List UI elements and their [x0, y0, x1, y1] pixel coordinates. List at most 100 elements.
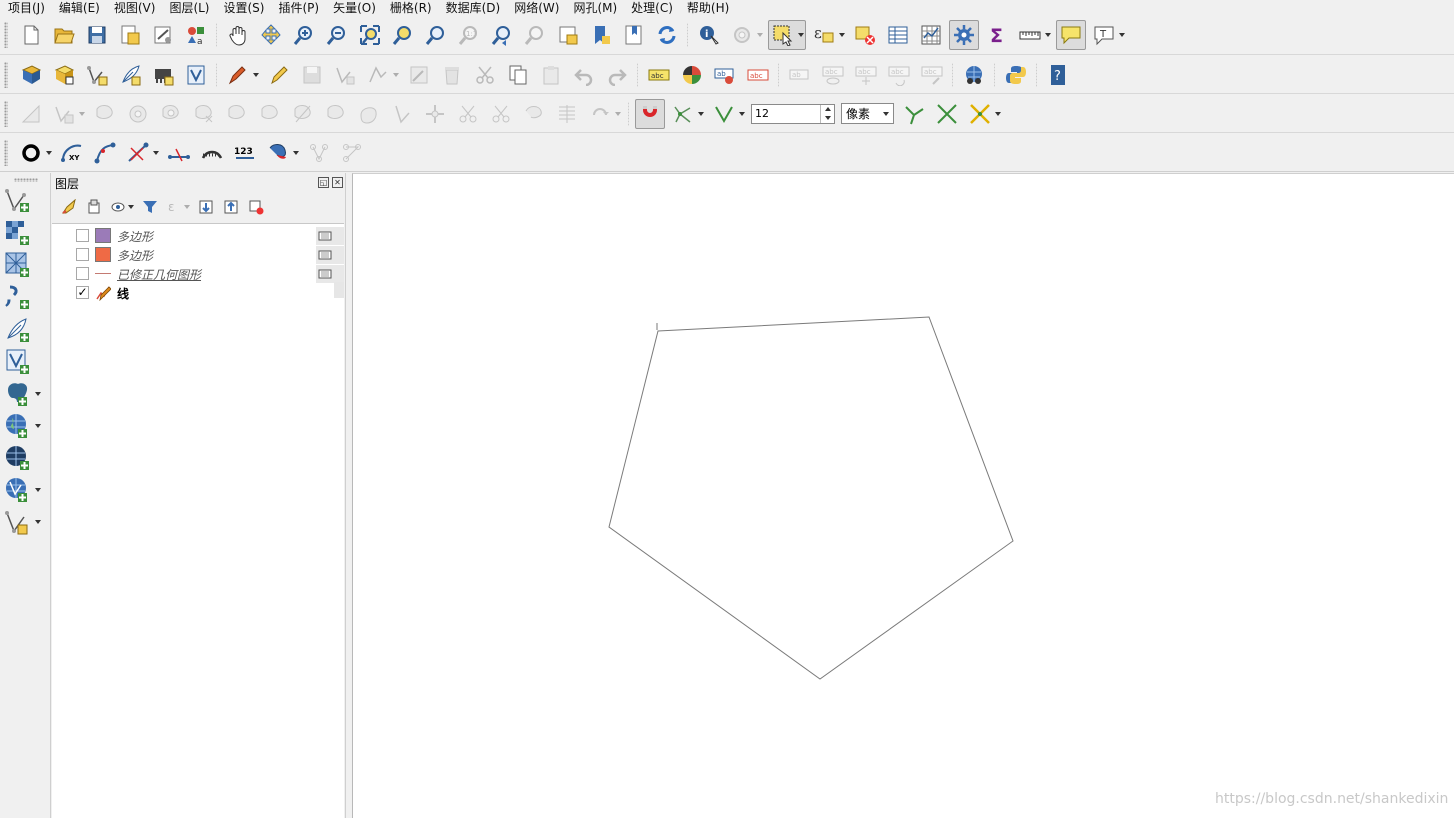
add-vector-layer-icon[interactable]: [4, 185, 48, 215]
save-edits-icon[interactable]: [297, 60, 327, 90]
new-temporary-layer-icon[interactable]: [115, 60, 145, 90]
save-project-icon[interactable]: [82, 20, 112, 50]
open-project-icon[interactable]: [49, 20, 79, 50]
toolbar-grip[interactable]: [4, 139, 8, 166]
paste-features-icon[interactable]: [536, 60, 566, 90]
snap-vertex-icon[interactable]: [709, 99, 747, 129]
new-shapefile-icon[interactable]: [82, 60, 112, 90]
circle-icon[interactable]: [16, 138, 54, 168]
run-action-icon[interactable]: [727, 20, 765, 50]
layer-indicator-icon[interactable]: [316, 265, 344, 283]
menu-item[interactable]: 网络(W): [506, 1, 565, 15]
menu-item[interactable]: 视图(V): [106, 1, 162, 15]
identify-icon[interactable]: i: [694, 20, 724, 50]
zoom-next-icon[interactable]: [520, 20, 550, 50]
menu-item[interactable]: 网孔(M): [565, 1, 623, 15]
menu-item[interactable]: 图层(L): [161, 1, 215, 15]
pin-labels-icon[interactable]: ab: [785, 60, 815, 90]
bookmark-new-icon[interactable]: [586, 20, 616, 50]
menu-item[interactable]: 插件(P): [270, 1, 325, 15]
split-features-icon[interactable]: [288, 99, 318, 129]
layer-visibility-checkbox[interactable]: [76, 248, 89, 261]
select-features-icon[interactable]: [767, 20, 806, 50]
shape-tool-icon[interactable]: [263, 138, 301, 168]
menu-item[interactable]: 栅格(R): [382, 1, 438, 15]
layer-row[interactable]: 多边形: [52, 245, 344, 264]
add-wfs-icon[interactable]: [4, 475, 48, 505]
layer-indicator-icon[interactable]: [316, 227, 344, 245]
network-icon[interactable]: [337, 138, 367, 168]
vertex-curve-icon[interactable]: [123, 138, 161, 168]
add-feature-icon[interactable]: [330, 60, 360, 90]
current-edits-icon[interactable]: [223, 60, 261, 90]
toolbar-grip[interactable]: [4, 100, 8, 127]
processing-toolbox-icon[interactable]: [948, 20, 979, 50]
add-mesh-layer-icon[interactable]: [4, 250, 48, 280]
line-feature-pentagon[interactable]: [608, 316, 1014, 680]
map-tips-icon[interactable]: [1055, 20, 1086, 50]
collapse-all-icon[interactable]: [220, 197, 242, 217]
spinbox-arrows[interactable]: [820, 104, 834, 123]
new-spatialite-icon[interactable]: [181, 60, 211, 90]
simplify-icon[interactable]: [453, 99, 483, 129]
measure-icon[interactable]: [1015, 20, 1053, 50]
new-map-view-icon[interactable]: [553, 20, 583, 50]
undo-icon[interactable]: [569, 60, 599, 90]
save-as-icon[interactable]: [115, 20, 145, 50]
add-spatialite-icon[interactable]: [4, 347, 48, 377]
select-expression-icon[interactable]: ε: [809, 20, 847, 50]
style-manager-icon[interactable]: a: [181, 20, 211, 50]
reshape-icon[interactable]: [222, 99, 252, 129]
redo-icon[interactable]: [602, 60, 632, 90]
add-delimited-text-icon[interactable]: ,: [4, 282, 48, 312]
pan-icon[interactable]: [223, 20, 253, 50]
add-virtual-layer-icon[interactable]: [4, 507, 48, 537]
layer-tree[interactable]: 多边形 多边形 已修正几何图形 ✓ 线: [52, 223, 344, 818]
snapping-tolerance-spinbox[interactable]: [751, 103, 835, 124]
refresh-icon[interactable]: [652, 20, 682, 50]
new-project-icon[interactable]: [16, 20, 46, 50]
add-part-icon[interactable]: [90, 99, 120, 129]
layer-visibility-checkbox[interactable]: [76, 267, 89, 280]
offset-icon[interactable]: [255, 99, 285, 129]
zoom-full-icon[interactable]: [355, 20, 385, 50]
python-console-icon[interactable]: [1001, 60, 1031, 90]
toolbar-grip[interactable]: [4, 22, 8, 48]
menu-item[interactable]: 处理(C): [623, 1, 679, 15]
new-virtual-layer-icon[interactable]: [148, 60, 178, 90]
zoom-native-icon[interactable]: 1:1: [454, 20, 484, 50]
intersection-icon[interactable]: [932, 99, 962, 129]
xy-curve-icon[interactable]: XY: [57, 138, 87, 168]
snap-to-layers-icon[interactable]: [668, 99, 706, 129]
label-color-icon[interactable]: abc: [743, 60, 773, 90]
menu-item[interactable]: 帮助(H): [679, 1, 735, 15]
field-calculator-icon[interactable]: [916, 20, 946, 50]
fill-ring-icon[interactable]: [123, 99, 153, 129]
rotate-label-icon[interactable]: abc: [884, 60, 914, 90]
label-tool-icon[interactable]: abc: [644, 60, 674, 90]
zoom-to-layer-icon[interactable]: [421, 20, 451, 50]
layer-row[interactable]: 已修正几何图形: [52, 264, 344, 283]
numbering-icon[interactable]: 123: [230, 138, 260, 168]
zoom-out-icon[interactable]: [322, 20, 352, 50]
data-source-manager-icon[interactable]: [16, 60, 46, 90]
offset-curve-icon[interactable]: [16, 99, 46, 129]
pan-to-selection-icon[interactable]: [256, 20, 286, 50]
layer-row[interactable]: ✓ 线: [52, 283, 344, 302]
map-canvas[interactable]: https://blog.csdn.net/shankedixin: [352, 173, 1454, 818]
toggle-editing-icon[interactable]: [264, 60, 294, 90]
layer-visibility-checkbox[interactable]: [76, 229, 89, 242]
show-hide-labels-icon[interactable]: abc: [818, 60, 848, 90]
split-line-icon[interactable]: [164, 138, 194, 168]
remove-layer-icon[interactable]: [245, 197, 267, 217]
add-group-icon[interactable]: [83, 197, 105, 217]
split-parts-icon[interactable]: [321, 99, 351, 129]
topological-editing-icon[interactable]: [899, 99, 929, 129]
cut-features-icon[interactable]: [470, 60, 500, 90]
close-icon[interactable]: ✕: [332, 177, 343, 188]
delete-part-icon[interactable]: [189, 99, 219, 129]
add-postgis-icon[interactable]: [4, 379, 48, 409]
menu-item[interactable]: 矢量(O): [325, 1, 382, 15]
expand-all-icon[interactable]: [195, 197, 217, 217]
print-layout-icon[interactable]: [148, 20, 178, 50]
